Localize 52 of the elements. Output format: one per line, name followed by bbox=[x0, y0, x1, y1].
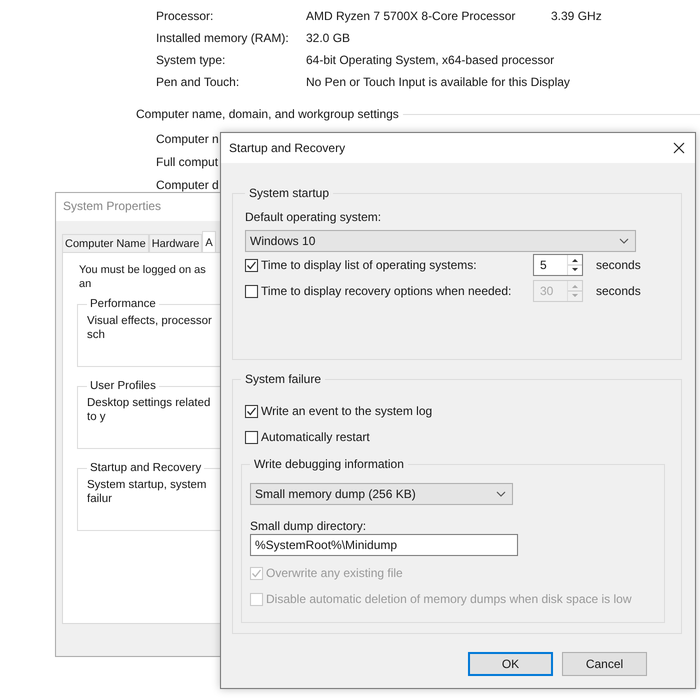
notice-text: You must be logged on as an bbox=[79, 263, 207, 291]
tab[interactable]: A bbox=[202, 231, 216, 252]
checkbox-label: Time to display recovery options when needed: bbox=[261, 284, 512, 298]
checkbox-label: Disable automatic deletion of memory dumps when disk space is low bbox=[266, 592, 632, 606]
group-title: Write debugging information bbox=[253, 457, 405, 471]
spin-box[interactable]: 5 bbox=[533, 254, 583, 276]
field-label: Default operating system: bbox=[245, 210, 382, 224]
info-label: Computer d bbox=[156, 178, 219, 192]
window-title: Startup and Recovery bbox=[229, 141, 346, 155]
checkbox[interactable] bbox=[245, 404, 258, 418]
group-title: Startup and Recovery bbox=[89, 461, 202, 475]
info-value: 64-bit Operating System, x64-based processor bbox=[306, 53, 556, 67]
checkbox-label: Overwrite any existing file bbox=[266, 566, 403, 580]
window-title: System Properties bbox=[63, 199, 162, 213]
group-description: System startup, system failur bbox=[87, 478, 208, 506]
group-title: User Profiles bbox=[89, 379, 157, 393]
info-label: Computer n bbox=[156, 132, 219, 146]
chevron-down-icon bbox=[619, 238, 629, 244]
checkbox[interactable] bbox=[245, 258, 258, 272]
checkbox[interactable] bbox=[245, 284, 258, 298]
group-description: Desktop settings related to y bbox=[87, 396, 212, 424]
close-icon[interactable] bbox=[673, 142, 685, 154]
info-label: System type: bbox=[156, 53, 226, 67]
group-title: System failure bbox=[244, 372, 322, 386]
checkbox-label: Automatically restart bbox=[261, 430, 370, 444]
info-label: Installed memory (RAM): bbox=[156, 31, 290, 45]
dialog-button[interactable]: OK bbox=[468, 652, 553, 676]
info-value: 3.39 GHz bbox=[551, 9, 603, 23]
checkbox-label: Write an event to the system log bbox=[261, 404, 432, 418]
info-label: Processor: bbox=[156, 9, 214, 23]
unit-label: seconds bbox=[596, 284, 641, 298]
group-title: Performance bbox=[89, 297, 157, 311]
checkbox-label: Time to display list of operating systems: bbox=[261, 258, 478, 272]
unit-label: seconds bbox=[596, 258, 641, 272]
dump-type-dropdown[interactable]: Small memory dump (256 KB) bbox=[250, 483, 513, 505]
group-description: Visual effects, processor sch bbox=[87, 314, 212, 342]
info-label: Pen and Touch: bbox=[156, 75, 240, 89]
info-value: AMD Ryzen 7 5700X 8-Core Processor bbox=[306, 9, 516, 23]
tab[interactable]: Hardware bbox=[148, 234, 202, 252]
os-dropdown[interactable]: Windows 10 bbox=[245, 230, 636, 252]
dialog-button[interactable]: Cancel bbox=[562, 652, 647, 676]
chevron-down-icon bbox=[496, 491, 506, 497]
info-value: No Pen or Touch Input is available for this Display bbox=[306, 75, 571, 89]
info-value: 32.0 GB bbox=[306, 31, 352, 45]
tab[interactable]: Computer Name bbox=[62, 234, 149, 252]
section-heading: Computer name, domain, and workgroup settings bbox=[136, 107, 399, 121]
directory-field[interactable]: %SystemRoot%\Minidump bbox=[250, 534, 518, 556]
spin-arrows-icon[interactable] bbox=[567, 255, 582, 275]
info-label: Full comput bbox=[156, 155, 218, 169]
group-title: System startup bbox=[248, 186, 330, 200]
field-label: Small dump directory: bbox=[250, 519, 366, 533]
checkbox[interactable] bbox=[245, 430, 258, 444]
